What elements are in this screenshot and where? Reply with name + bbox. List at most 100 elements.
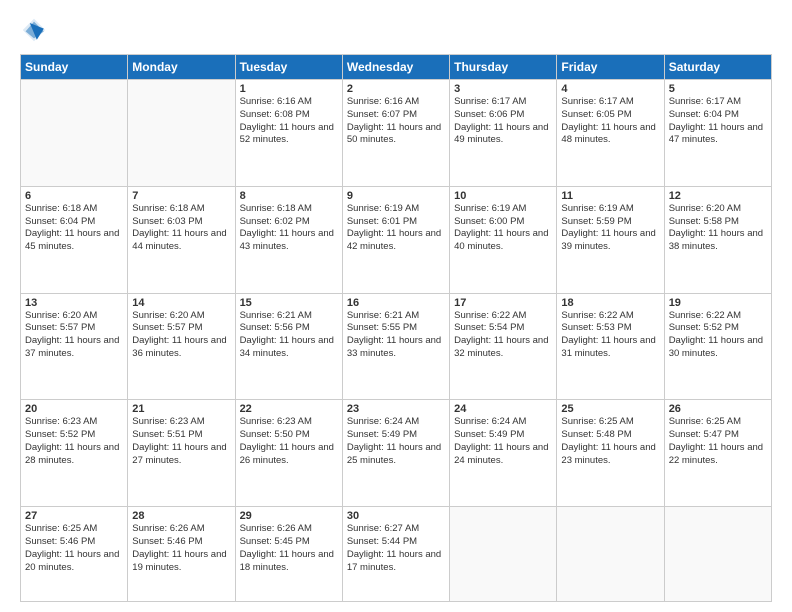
cell-info: Sunrise: 6:22 AM Sunset: 5:54 PM Dayligh… xyxy=(454,310,552,361)
logo-icon xyxy=(20,16,48,44)
calendar-cell: 1Sunrise: 6:16 AM Sunset: 6:08 PM Daylig… xyxy=(235,80,342,187)
cell-info: Sunrise: 6:20 AM Sunset: 5:57 PM Dayligh… xyxy=(132,310,230,361)
calendar-week-row: 27Sunrise: 6:25 AM Sunset: 5:46 PM Dayli… xyxy=(21,507,772,602)
cell-info: Sunrise: 6:20 AM Sunset: 5:57 PM Dayligh… xyxy=(25,310,123,361)
calendar-cell: 29Sunrise: 6:26 AM Sunset: 5:45 PM Dayli… xyxy=(235,507,342,602)
cell-info: Sunrise: 6:27 AM Sunset: 5:44 PM Dayligh… xyxy=(347,523,445,574)
header xyxy=(20,16,772,44)
weekday-header: Thursday xyxy=(450,55,557,80)
day-number: 25 xyxy=(561,403,659,415)
calendar-header: SundayMondayTuesdayWednesdayThursdayFrid… xyxy=(21,55,772,80)
day-number: 3 xyxy=(454,83,552,95)
weekday-header: Friday xyxy=(557,55,664,80)
calendar-cell: 9Sunrise: 6:19 AM Sunset: 6:01 PM Daylig… xyxy=(342,186,449,293)
day-number: 23 xyxy=(347,403,445,415)
day-number: 14 xyxy=(132,297,230,309)
day-number: 30 xyxy=(347,510,445,522)
calendar-cell xyxy=(450,507,557,602)
day-number: 1 xyxy=(240,83,338,95)
calendar-cell: 10Sunrise: 6:19 AM Sunset: 6:00 PM Dayli… xyxy=(450,186,557,293)
day-number: 13 xyxy=(25,297,123,309)
cell-info: Sunrise: 6:18 AM Sunset: 6:02 PM Dayligh… xyxy=(240,203,338,254)
calendar-cell xyxy=(128,80,235,187)
day-number: 16 xyxy=(347,297,445,309)
cell-info: Sunrise: 6:19 AM Sunset: 5:59 PM Dayligh… xyxy=(561,203,659,254)
day-number: 12 xyxy=(669,190,767,202)
calendar-week-row: 13Sunrise: 6:20 AM Sunset: 5:57 PM Dayli… xyxy=(21,293,772,400)
cell-info: Sunrise: 6:24 AM Sunset: 5:49 PM Dayligh… xyxy=(347,416,445,467)
day-number: 28 xyxy=(132,510,230,522)
calendar-cell: 20Sunrise: 6:23 AM Sunset: 5:52 PM Dayli… xyxy=(21,400,128,507)
day-number: 26 xyxy=(669,403,767,415)
calendar-body: 1Sunrise: 6:16 AM Sunset: 6:08 PM Daylig… xyxy=(21,80,772,602)
calendar-cell: 14Sunrise: 6:20 AM Sunset: 5:57 PM Dayli… xyxy=(128,293,235,400)
cell-info: Sunrise: 6:23 AM Sunset: 5:52 PM Dayligh… xyxy=(25,416,123,467)
day-number: 15 xyxy=(240,297,338,309)
calendar-cell: 8Sunrise: 6:18 AM Sunset: 6:02 PM Daylig… xyxy=(235,186,342,293)
day-number: 4 xyxy=(561,83,659,95)
calendar-cell: 26Sunrise: 6:25 AM Sunset: 5:47 PM Dayli… xyxy=(664,400,771,507)
weekday-header: Sunday xyxy=(21,55,128,80)
calendar-cell: 19Sunrise: 6:22 AM Sunset: 5:52 PM Dayli… xyxy=(664,293,771,400)
cell-info: Sunrise: 6:22 AM Sunset: 5:53 PM Dayligh… xyxy=(561,310,659,361)
day-number: 24 xyxy=(454,403,552,415)
calendar-cell: 23Sunrise: 6:24 AM Sunset: 5:49 PM Dayli… xyxy=(342,400,449,507)
cell-info: Sunrise: 6:21 AM Sunset: 5:55 PM Dayligh… xyxy=(347,310,445,361)
cell-info: Sunrise: 6:20 AM Sunset: 5:58 PM Dayligh… xyxy=(669,203,767,254)
calendar-cell: 6Sunrise: 6:18 AM Sunset: 6:04 PM Daylig… xyxy=(21,186,128,293)
calendar-cell xyxy=(664,507,771,602)
calendar-cell: 18Sunrise: 6:22 AM Sunset: 5:53 PM Dayli… xyxy=(557,293,664,400)
calendar-cell: 12Sunrise: 6:20 AM Sunset: 5:58 PM Dayli… xyxy=(664,186,771,293)
day-number: 27 xyxy=(25,510,123,522)
cell-info: Sunrise: 6:24 AM Sunset: 5:49 PM Dayligh… xyxy=(454,416,552,467)
cell-info: Sunrise: 6:18 AM Sunset: 6:03 PM Dayligh… xyxy=(132,203,230,254)
cell-info: Sunrise: 6:25 AM Sunset: 5:46 PM Dayligh… xyxy=(25,523,123,574)
day-number: 22 xyxy=(240,403,338,415)
day-number: 9 xyxy=(347,190,445,202)
day-number: 8 xyxy=(240,190,338,202)
day-number: 29 xyxy=(240,510,338,522)
day-number: 5 xyxy=(669,83,767,95)
weekday-row: SundayMondayTuesdayWednesdayThursdayFrid… xyxy=(21,55,772,80)
calendar-cell: 17Sunrise: 6:22 AM Sunset: 5:54 PM Dayli… xyxy=(450,293,557,400)
cell-info: Sunrise: 6:22 AM Sunset: 5:52 PM Dayligh… xyxy=(669,310,767,361)
weekday-header: Tuesday xyxy=(235,55,342,80)
cell-info: Sunrise: 6:26 AM Sunset: 5:46 PM Dayligh… xyxy=(132,523,230,574)
day-number: 2 xyxy=(347,83,445,95)
calendar-cell: 2Sunrise: 6:16 AM Sunset: 6:07 PM Daylig… xyxy=(342,80,449,187)
page: SundayMondayTuesdayWednesdayThursdayFrid… xyxy=(0,0,792,612)
cell-info: Sunrise: 6:16 AM Sunset: 6:08 PM Dayligh… xyxy=(240,96,338,147)
calendar-cell: 24Sunrise: 6:24 AM Sunset: 5:49 PM Dayli… xyxy=(450,400,557,507)
cell-info: Sunrise: 6:23 AM Sunset: 5:50 PM Dayligh… xyxy=(240,416,338,467)
cell-info: Sunrise: 6:18 AM Sunset: 6:04 PM Dayligh… xyxy=(25,203,123,254)
cell-info: Sunrise: 6:17 AM Sunset: 6:05 PM Dayligh… xyxy=(561,96,659,147)
cell-info: Sunrise: 6:23 AM Sunset: 5:51 PM Dayligh… xyxy=(132,416,230,467)
calendar-cell: 4Sunrise: 6:17 AM Sunset: 6:05 PM Daylig… xyxy=(557,80,664,187)
cell-info: Sunrise: 6:19 AM Sunset: 6:01 PM Dayligh… xyxy=(347,203,445,254)
calendar-cell: 30Sunrise: 6:27 AM Sunset: 5:44 PM Dayli… xyxy=(342,507,449,602)
cell-info: Sunrise: 6:17 AM Sunset: 6:04 PM Dayligh… xyxy=(669,96,767,147)
calendar-cell: 22Sunrise: 6:23 AM Sunset: 5:50 PM Dayli… xyxy=(235,400,342,507)
logo xyxy=(20,16,52,44)
calendar-cell: 7Sunrise: 6:18 AM Sunset: 6:03 PM Daylig… xyxy=(128,186,235,293)
calendar-cell: 21Sunrise: 6:23 AM Sunset: 5:51 PM Dayli… xyxy=(128,400,235,507)
calendar-cell: 16Sunrise: 6:21 AM Sunset: 5:55 PM Dayli… xyxy=(342,293,449,400)
calendar-cell: 5Sunrise: 6:17 AM Sunset: 6:04 PM Daylig… xyxy=(664,80,771,187)
calendar: SundayMondayTuesdayWednesdayThursdayFrid… xyxy=(20,54,772,602)
day-number: 11 xyxy=(561,190,659,202)
calendar-week-row: 20Sunrise: 6:23 AM Sunset: 5:52 PM Dayli… xyxy=(21,400,772,507)
cell-info: Sunrise: 6:25 AM Sunset: 5:47 PM Dayligh… xyxy=(669,416,767,467)
day-number: 17 xyxy=(454,297,552,309)
day-number: 18 xyxy=(561,297,659,309)
day-number: 20 xyxy=(25,403,123,415)
calendar-cell: 27Sunrise: 6:25 AM Sunset: 5:46 PM Dayli… xyxy=(21,507,128,602)
calendar-cell: 11Sunrise: 6:19 AM Sunset: 5:59 PM Dayli… xyxy=(557,186,664,293)
calendar-cell xyxy=(21,80,128,187)
weekday-header: Wednesday xyxy=(342,55,449,80)
day-number: 7 xyxy=(132,190,230,202)
day-number: 21 xyxy=(132,403,230,415)
cell-info: Sunrise: 6:26 AM Sunset: 5:45 PM Dayligh… xyxy=(240,523,338,574)
calendar-cell: 25Sunrise: 6:25 AM Sunset: 5:48 PM Dayli… xyxy=(557,400,664,507)
calendar-cell: 15Sunrise: 6:21 AM Sunset: 5:56 PM Dayli… xyxy=(235,293,342,400)
calendar-week-row: 1Sunrise: 6:16 AM Sunset: 6:08 PM Daylig… xyxy=(21,80,772,187)
